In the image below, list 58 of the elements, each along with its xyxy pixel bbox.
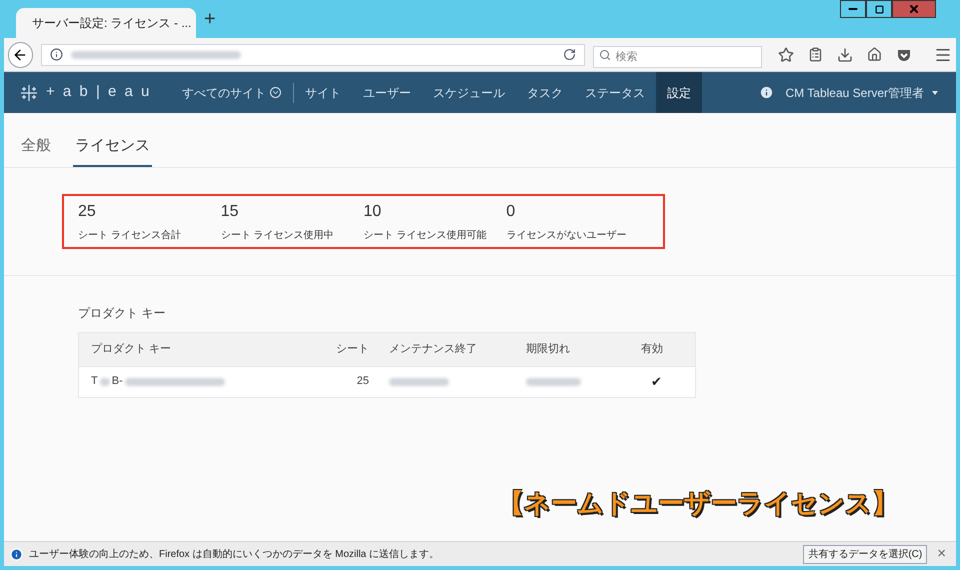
bookmark-star-icon[interactable] xyxy=(778,46,794,62)
table-cell-text: B- xyxy=(112,374,123,390)
choose-data-button[interactable]: 共有するデータを選択(C) xyxy=(803,544,928,564)
stat-label: シート ライセンス使用可能 xyxy=(364,228,488,242)
new-tab-button[interactable]: + xyxy=(196,4,224,38)
search-icon xyxy=(598,48,610,60)
chevron-down-icon xyxy=(270,87,281,98)
logo-icon xyxy=(20,84,38,102)
column-header: 有効 xyxy=(640,342,664,357)
check-mark: ✔ xyxy=(650,374,662,389)
nav-item[interactable]: 設定 xyxy=(656,72,702,113)
home-icon[interactable] xyxy=(867,47,882,62)
redacted-text xyxy=(526,378,581,386)
search-field[interactable]: 検索 xyxy=(592,46,762,68)
caption: 【ネームドユーザーライセンス】 xyxy=(498,487,898,520)
column-header: プロダクト キー xyxy=(90,342,172,357)
maximize-icon xyxy=(874,4,884,14)
back-button[interactable] xyxy=(8,42,33,68)
nav-item[interactable]: ステータス xyxy=(574,72,656,113)
table-cell-text: 25 xyxy=(356,374,369,390)
stat-value: 10 xyxy=(364,202,382,222)
column-header: 期限切れ xyxy=(525,342,571,357)
info-icon xyxy=(10,548,23,560)
nav-item[interactable]: タスク xyxy=(516,72,574,113)
logo-text: + a b | e a u xyxy=(46,82,152,102)
redacted-text xyxy=(100,378,110,386)
nav-item[interactable]: ユーザー xyxy=(352,72,422,113)
section-title: プロダクト キー xyxy=(78,304,166,322)
page-tab[interactable]: 全般 xyxy=(19,135,53,166)
info-icon xyxy=(50,48,63,61)
column-header: シート xyxy=(335,342,369,357)
address-field[interactable] xyxy=(40,44,584,66)
stat-value: 0 xyxy=(506,202,516,222)
close-button[interactable] xyxy=(892,0,936,18)
stat-label: シート ライセンス使用中 xyxy=(220,228,335,242)
minimize-button[interactable] xyxy=(840,0,866,18)
download-icon[interactable] xyxy=(837,46,853,62)
maximize-button[interactable] xyxy=(866,0,892,18)
notification-text: ユーザー体験の向上のため、Firefox は自動的にいくつかのデータを Mozilla に送信します。 xyxy=(29,548,440,562)
stat-label: ライセンスがないユーザー xyxy=(506,228,628,242)
browser-tab[interactable]: サーバー設定: ライセンス - ... xyxy=(16,8,196,38)
close-icon xyxy=(908,3,920,15)
redacted-text xyxy=(389,378,449,386)
site-switcher[interactable]: すべてのサイト xyxy=(170,84,293,102)
reload-icon[interactable] xyxy=(562,48,576,61)
stat-label: シート ライセンス合計 xyxy=(78,228,182,242)
close-button[interactable]: × xyxy=(933,542,950,566)
column-header: メンテナンス終了 xyxy=(388,342,478,357)
nav-item[interactable]: サイト xyxy=(294,72,352,113)
tab-title: サーバー設定: ライセンス - ... xyxy=(32,15,192,32)
stat-value: 15 xyxy=(220,202,240,222)
user-menu[interactable]: CM Tableau Server管理者 xyxy=(774,84,950,102)
table-cell-text: T xyxy=(91,374,98,390)
page-tab[interactable]: ライセンス xyxy=(73,135,152,166)
reading-list-icon[interactable] xyxy=(808,47,823,62)
stat-value: 25 xyxy=(78,202,97,222)
info-icon[interactable] xyxy=(758,85,774,100)
nav-item[interactable]: スケジュール xyxy=(422,72,516,113)
